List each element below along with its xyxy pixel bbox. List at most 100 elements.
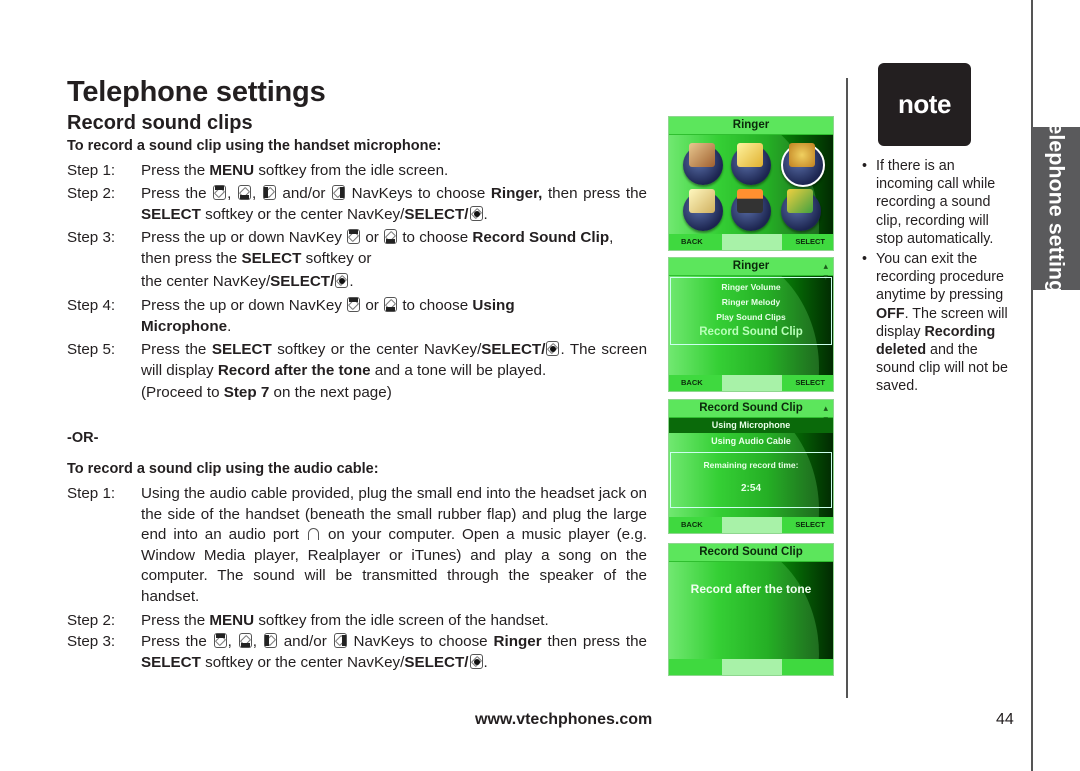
softkey-center [722, 375, 782, 391]
section-tab-label: Telephone settings [1044, 110, 1069, 306]
page-number: 44 [996, 711, 1014, 728]
cable-step-1: Step 1: Using the audio cable provided, … [67, 484, 647, 607]
menu-item[interactable]: Using Audio Cable [669, 436, 833, 446]
navkey-down-icon [384, 229, 398, 244]
column-divider [846, 78, 848, 698]
recording-message: Record after the tone [690, 582, 812, 596]
navkey-select-icon [335, 273, 349, 288]
text: softkey from the idle screen of the hand… [254, 612, 549, 629]
section-tab[interactable]: Telephone settings [1032, 111, 1080, 305]
text: . [349, 273, 354, 290]
directory-icon [683, 143, 723, 185]
text: Press the [141, 633, 213, 650]
bold-text: SELECT/ [481, 341, 546, 358]
bold-text: OFF [876, 305, 905, 322]
back-softkey[interactable]: BACK [681, 375, 703, 391]
bold-text: SELECT [141, 205, 201, 223]
bold-text: Ringer, [490, 185, 543, 202]
screen-title: Record Sound Clip [669, 400, 833, 418]
step-label: Step 1: [67, 485, 116, 502]
text: softkey from the idle screen. [254, 162, 449, 179]
remaining-time-label: Remaining record time: [703, 460, 799, 470]
step-label: Step 1: [67, 162, 116, 179]
mic-step-5: Step 5: Press the SELECT softkey or the … [67, 340, 647, 404]
note-item: • If there is an incoming call while rec… [862, 157, 1012, 248]
menu-item-selected[interactable]: Record Sound Clip [669, 326, 833, 338]
cable-section-heading: To record a sound clip using the audio c… [67, 461, 379, 477]
back-softkey[interactable]: BACK [681, 234, 703, 250]
text: softkey or [301, 249, 372, 267]
menu-item-selected[interactable]: Using Microphone [669, 420, 833, 430]
note-badge: note [878, 63, 971, 146]
text: and/or [276, 185, 332, 202]
navkey-select-icon [469, 653, 483, 669]
back-softkey[interactable]: BACK [681, 517, 703, 533]
text: Press the [141, 612, 210, 629]
navkey-select-icon [469, 205, 483, 221]
screen-title: Ringer [669, 117, 833, 135]
note-item: • You can exit the recording procedure a… [862, 250, 1012, 396]
navkey-up-icon [213, 185, 227, 200]
softkey-center [722, 234, 782, 250]
section-title: Record sound clips [67, 112, 253, 134]
navkey-up-icon [347, 229, 361, 244]
bold-text: SELECT [211, 341, 272, 358]
page-title: Telephone settings [67, 76, 326, 108]
text: . [483, 205, 488, 223]
text: Press the up or down NavKey [141, 297, 347, 314]
menu-item[interactable]: Play Sound Clips [669, 312, 833, 322]
text: NavKeys to choose [347, 633, 494, 650]
text: , [227, 633, 238, 650]
select-softkey[interactable]: SELECT [795, 517, 825, 533]
text: to choose [398, 229, 473, 246]
screen-title: Ringer [669, 258, 833, 276]
navkey-up-icon [213, 633, 227, 648]
select-softkey[interactable]: SELECT [795, 375, 825, 391]
step-label: Step 2: [67, 185, 116, 202]
menu-item[interactable]: Ringer Volume [669, 282, 833, 292]
pictures-icon [781, 189, 821, 231]
text: then press the [542, 185, 647, 202]
bold-text: SELECT [241, 249, 302, 267]
text: , [251, 185, 262, 202]
navkey-down-icon [384, 297, 398, 312]
text: and/or [277, 633, 333, 650]
bold-text: Record Sound Clip [472, 229, 610, 246]
navkey-left-icon [262, 185, 276, 200]
text: Press the up or down NavKey [141, 229, 347, 246]
screen-background [669, 544, 819, 675]
text: (Proceed to [141, 384, 224, 401]
screen-title: Record Sound Clip [669, 544, 833, 562]
text: on the next page) [269, 384, 392, 401]
step-label: Step 5: [67, 341, 116, 358]
bold-text: SELECT/ [270, 273, 335, 290]
mic-step-2: Step 2: Press the , , and/or NavKeys to … [67, 184, 647, 225]
bold-text: SELECT/ [404, 653, 469, 671]
softkey-center [722, 517, 782, 533]
mic-section-heading: To record a sound clip using the handset… [67, 138, 442, 154]
cable-step-2: Step 2: Press the MENU softkey from the … [67, 611, 647, 632]
ringer-icon [781, 143, 825, 187]
text: softkey or the center NavKey/ [271, 341, 482, 358]
text: . [483, 653, 488, 671]
text: to choose [398, 297, 473, 314]
bold-text: Record after the tone [217, 361, 371, 379]
bold-text: MENU [209, 612, 255, 629]
menu-item[interactable]: Ringer Melody [669, 297, 833, 307]
text: , [252, 633, 263, 650]
navkey-down-icon [238, 633, 252, 648]
text: NavKeys to choose [346, 185, 491, 202]
softkey-bar: BACK SELECT [669, 234, 833, 250]
text: softkey or the center NavKey/ [200, 653, 405, 671]
text: Press the [141, 162, 210, 179]
navkey-right-icon [333, 633, 347, 648]
page-edge-line [1031, 0, 1033, 771]
phone-screen-recording: Record Sound Clip Record after the tone [668, 543, 834, 676]
step-label: Step 2: [67, 612, 116, 629]
text: or [361, 229, 384, 246]
softkey-bar: BACK SELECT [669, 517, 833, 533]
footer-website-link[interactable]: www.vtechphones.com [475, 711, 652, 729]
select-softkey[interactable]: SELECT [795, 234, 825, 250]
handset-icon [731, 189, 771, 231]
navkey-select-icon [546, 341, 560, 356]
